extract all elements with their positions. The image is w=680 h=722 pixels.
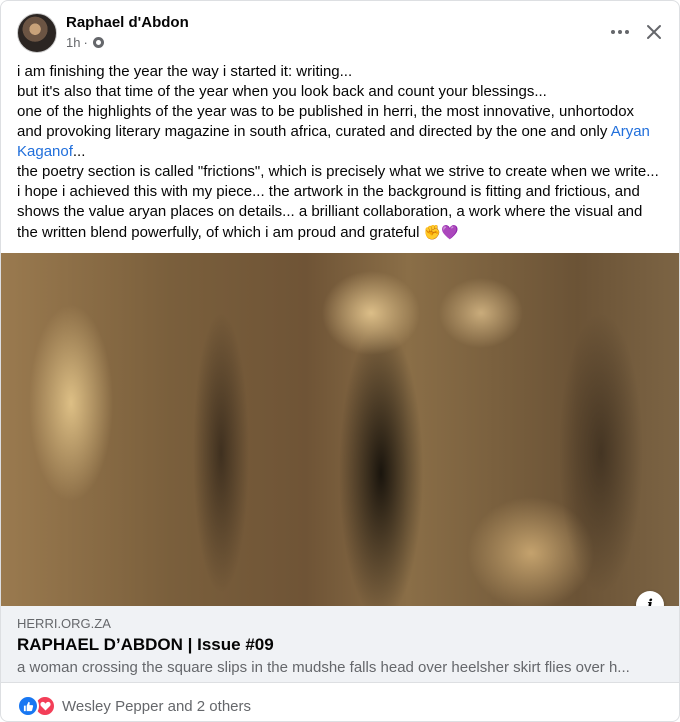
post-line-2: but it's also that time of the year when… bbox=[17, 83, 547, 100]
emoji-icons: ✊💜 bbox=[423, 224, 459, 240]
like-icon bbox=[17, 695, 39, 717]
globe-icon[interactable] bbox=[92, 37, 104, 48]
post-line-4: the poetry section is called "frictions"… bbox=[17, 162, 663, 243]
link-domain: HERRI.ORG.ZA bbox=[17, 616, 111, 631]
post-time[interactable]: 1h bbox=[66, 35, 80, 50]
link-description: a woman crossing the square slips in the… bbox=[17, 659, 630, 676]
meta-separator: · bbox=[83, 35, 88, 50]
post-header: Raphael d'Abdon 1h · bbox=[17, 13, 663, 57]
post-line-3: one of the highlights of the year was to… bbox=[17, 102, 663, 162]
link-title: RAPHAEL D’ABDON | Issue #09 bbox=[17, 635, 274, 654]
post-line-3-ellipsis: ... bbox=[72, 143, 86, 160]
reaction-names[interactable]: Wesley Pepper and 2 others bbox=[62, 698, 251, 715]
post-line-4-text: the poetry section is called "frictions"… bbox=[17, 163, 659, 241]
post-line-3-text: one of the highlights of the year was to… bbox=[17, 103, 635, 140]
post-card: Raphael d'Abdon 1h · i am finishing the … bbox=[0, 0, 680, 722]
author-name[interactable]: Raphael d'Abdon bbox=[66, 14, 189, 31]
more-options-icon bbox=[611, 30, 629, 34]
close-icon bbox=[647, 25, 661, 39]
post-line-1: i am finishing the year the way i starte… bbox=[17, 63, 353, 80]
link-preview-card[interactable]: HERRI.ORG.ZA RAPHAEL D’ABDON | Issue #09… bbox=[1, 606, 679, 683]
author-avatar[interactable] bbox=[17, 13, 57, 53]
more-options-button[interactable] bbox=[603, 15, 637, 49]
post-text: i am finishing the year the way i starte… bbox=[17, 62, 663, 243]
close-button[interactable] bbox=[637, 15, 671, 49]
link-preview-image[interactable] bbox=[1, 253, 679, 606]
post-meta: 1h · bbox=[66, 35, 104, 50]
reaction-summary[interactable]: Wesley Pepper and 2 others bbox=[17, 695, 251, 717]
